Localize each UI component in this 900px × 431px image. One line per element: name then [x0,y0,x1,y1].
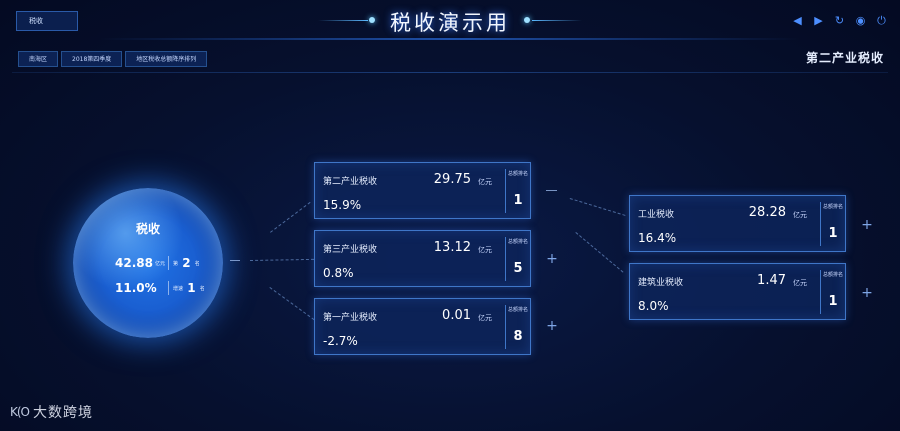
orb-growth-rank-suffix: 名 [199,286,205,292]
card-name: 第二产业税收 [323,177,378,187]
section-title: 第二产业税收 [805,51,884,65]
expand-icon-card-2[interactable]: + [546,252,558,266]
orb-growth: 11.0% [115,281,157,295]
card-unit: 亿元 [793,279,807,287]
orb-growth-label: 增速 [173,286,184,292]
filter-period[interactable]: 2018第四季度 [61,51,123,67]
card-rank: 1 [513,193,523,208]
card-unit: 亿元 [478,246,492,254]
connector-to-industry [569,198,626,216]
orb-rank-suffix: 名 [194,261,200,267]
orb-separator-2 [168,281,169,295]
title-line-right [532,20,582,21]
expand-icon-construction[interactable]: + [861,286,873,300]
card-name: 建筑业税收 [638,278,684,288]
title-dot-right [524,17,530,23]
divider [12,72,888,73]
connector-to-construction [575,232,624,273]
card-percent: 16.4% [638,231,677,245]
card-rank-label: 总额排名 [823,204,844,210]
card-industrial-tax[interactable]: 工业税收 28.28 亿元 16.4% 总额排名 1 [629,195,846,252]
card-primary-industry[interactable]: 第一产业税收 0.01 亿元 -2.7% 总额排名 8 [314,298,531,355]
card-percent: 15.9% [323,198,362,212]
card-divider [505,237,506,281]
refresh-icon[interactable]: ↻ [833,14,846,27]
card-unit: 亿元 [793,211,807,219]
card-rank-label: 总额排名 [508,171,529,177]
expand-icon-card-3[interactable]: + [546,319,558,333]
filter-sort[interactable]: 地区税收总额降序排列 [125,51,208,67]
card-rank: 1 [828,294,838,309]
power-icon[interactable]: ⏻ [875,14,888,27]
card-name: 第三产业税收 [323,245,378,255]
card-value: 13.12 [433,240,471,255]
card-tertiary-industry[interactable]: 第三产业税收 13.12 亿元 0.8% 总额排名 5 [314,230,531,287]
card-secondary-industry[interactable]: 第二产业税收 29.75 亿元 15.9% 总额排名 1 [314,162,531,219]
connector-to-card-3 [269,287,315,321]
expand-icon-industry[interactable]: + [861,218,873,232]
card-rank: 8 [513,329,523,344]
connector-to-card-1 [270,201,311,233]
card-rank: 5 [513,261,523,276]
header: 税收 税收演示用 ◀ ▶ ↻ ◉ ⏻ [0,0,900,44]
card-rank-label: 总额排名 [823,272,844,278]
orb-amount-value: 42.88 [115,256,153,270]
orb-growth-rank: 增速 1 名 [173,281,205,295]
card-percent: -2.7% [323,334,358,348]
card-unit: 亿元 [478,178,492,186]
card-divider [820,270,821,314]
connector-orb [230,260,240,261]
logo-text: 大数跨境 [33,405,93,421]
connector-to-card-2 [250,258,315,261]
eye-icon[interactable]: ◉ [854,14,867,27]
orb-rank-prefix: 第 [173,261,179,267]
brand-logo: K(O 大数跨境 [10,402,93,422]
orb-separator [168,256,169,270]
card-rank: 1 [828,226,838,241]
card-name: 第一产业税收 [323,313,378,323]
card-value: 28.28 [748,205,786,220]
card-divider [505,305,506,349]
card-unit: 亿元 [478,314,492,322]
logo-mark-icon: K(O [10,405,30,419]
page-title: 税收演示用 [390,11,510,35]
orb-amount: 42.88 亿元 [115,256,165,270]
orb-growth-value: 11.0% [115,281,157,295]
orb-amount-unit: 亿元 [154,261,165,267]
orb-title: 税收 [135,222,160,236]
card-construction-tax[interactable]: 建筑业税收 1.47 亿元 8.0% 总额排名 1 [629,263,846,320]
card-value: 1.47 [757,273,786,288]
filter-bar: 南海区 2018第四季度 地区税收总额降序排列 [18,51,208,67]
card-value: 0.01 [442,308,471,323]
connector-card-1 [546,190,557,191]
card-value: 29.75 [433,172,471,187]
card-divider [820,202,821,246]
orb-rank-value: 2 [182,256,191,270]
tax-total-orb[interactable]: 税收 42.88 亿元 第 2 名 11.0% 增速 1 名 [73,188,223,338]
filter-district[interactable]: 南海区 [18,51,59,67]
card-rank-label: 总额排名 [508,307,529,313]
play-icon[interactable]: ▶ [812,14,825,27]
card-percent: 8.0% [638,299,669,313]
orb-rank: 第 2 名 [173,256,200,270]
card-name: 工业税收 [638,210,675,220]
orb-growth-rank-value: 1 [187,281,196,295]
card-percent: 0.8% [323,266,354,280]
prev-icon[interactable]: ◀ [791,14,804,27]
card-rank-label: 总额排名 [508,239,529,245]
card-divider [505,169,506,213]
header-glow [100,38,800,40]
